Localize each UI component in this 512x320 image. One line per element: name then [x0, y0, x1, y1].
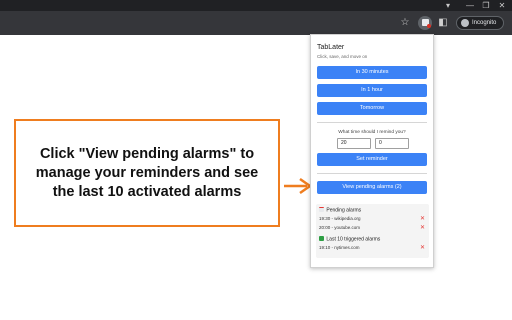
popup-subtitle: Click, save, and move on: [317, 54, 368, 59]
triggered-alarms-heading: Last 10 triggered alarms: [319, 236, 380, 243]
divider: [317, 173, 427, 174]
incognito-icon: [461, 19, 469, 27]
hour-input[interactable]: 20: [337, 138, 371, 149]
browser-tab-strip: ▾ — ❐ ✕: [0, 0, 512, 11]
list-item: 19:30 - wikipedia.org: [319, 216, 361, 221]
list-item: 19:10 - nytimes.com: [319, 245, 360, 250]
alarm-site: youtube.com: [334, 225, 361, 230]
alarms-panel: Pending alarms 19:30 - wikipedia.org ✕ 2…: [316, 204, 429, 258]
callout-text: Click "View pending alarms" to manage yo…: [35, 145, 259, 200]
incognito-label: Incognito: [472, 20, 497, 26]
pending-alarms-heading: Pending alarms: [319, 207, 361, 214]
instruction-callout: Click "View pending alarms" to manage yo…: [14, 119, 280, 227]
checkmark-icon: [319, 236, 324, 241]
popup-title: TabLater: [317, 44, 345, 51]
triggered-alarms-title: Last 10 triggered alarms: [326, 236, 381, 243]
view-pending-alarms-button[interactable]: View pending alarms (2): [317, 181, 427, 194]
alarm-time: 19:10: [319, 245, 331, 250]
tablater-popup: TabLater Click, save, and move on In 30 …: [310, 34, 434, 268]
delete-alarm-icon[interactable]: ✕: [420, 216, 425, 222]
pending-alarms-title: Pending alarms: [326, 207, 362, 214]
tab-search-icon[interactable]: ▾: [440, 0, 456, 11]
reminder-question: What time should I remind you?: [338, 130, 406, 135]
maximize-button[interactable]: ❐: [478, 0, 494, 11]
bookmark-star-icon[interactable]: ☆: [398, 16, 412, 30]
side-panel-icon[interactable]: ◧: [436, 16, 450, 30]
alarm-site: nytimes.com: [334, 245, 360, 250]
alarm-time: 20:00: [319, 225, 331, 230]
close-window-button[interactable]: ✕: [494, 0, 510, 11]
calendar-icon: [319, 207, 324, 212]
minute-input[interactable]: 0: [375, 138, 409, 149]
set-reminder-button[interactable]: Set reminder: [317, 153, 427, 166]
in-1-hour-button[interactable]: In 1 hour: [317, 84, 427, 97]
list-item: 20:00 - youtube.com: [319, 225, 361, 230]
delete-alarm-icon[interactable]: ✕: [420, 225, 425, 231]
tomorrow-button[interactable]: Tomorrow: [317, 102, 427, 115]
delete-alarm-icon[interactable]: ✕: [420, 245, 425, 251]
alarm-site: wikipedia.org: [334, 216, 361, 221]
incognito-badge[interactable]: Incognito: [456, 16, 504, 30]
tablater-extension-icon[interactable]: [418, 16, 432, 30]
alarm-time: 19:30: [319, 216, 331, 221]
divider: [317, 122, 427, 123]
in-30-minutes-button[interactable]: In 30 minutes: [317, 66, 427, 79]
minimize-button[interactable]: —: [462, 0, 478, 11]
